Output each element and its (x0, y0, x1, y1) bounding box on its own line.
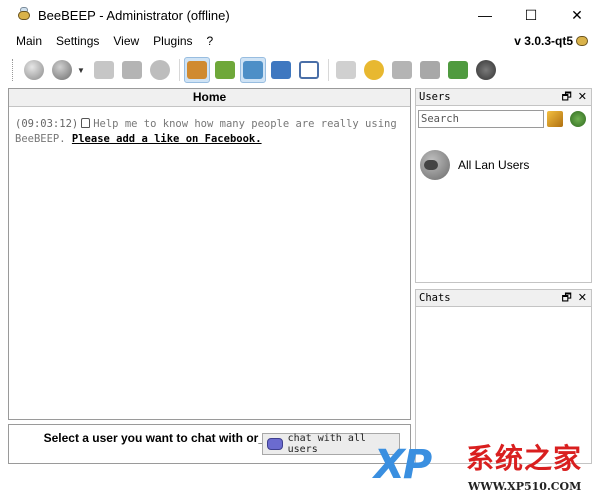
groups-icon (215, 61, 235, 79)
watermark-xp: XP (374, 442, 432, 488)
home-icon (336, 61, 356, 79)
menu-bar: Main Settings View Plugins ? (0, 30, 600, 52)
toolbar-separator (328, 59, 329, 81)
status-button[interactable] (49, 57, 75, 83)
close-button[interactable]: ✕ (554, 0, 600, 30)
bee-icon (576, 36, 588, 46)
file-icon (94, 61, 114, 79)
settings-icon[interactable] (570, 111, 586, 127)
menu-view[interactable]: View (106, 30, 146, 52)
menu-main[interactable]: Main (9, 30, 49, 52)
status-dropdown-icon[interactable]: ▼ (77, 66, 85, 75)
clear-search-icon[interactable] (547, 111, 563, 127)
log-button[interactable] (296, 57, 322, 83)
title-bar: BeeBEEP - Administrator (offline) — ☐ ✕ (0, 0, 600, 30)
webcam-button[interactable] (473, 57, 499, 83)
users-dock-label: Users (419, 91, 451, 103)
share-button[interactable] (119, 57, 145, 83)
users-dock-title: Users 🗗 ✕ (415, 88, 592, 106)
notes-icon (448, 61, 468, 79)
home-chat-panel: Home (09:03:12) Help me to know how many … (8, 88, 411, 420)
close-icon[interactable]: ✕ (578, 90, 587, 103)
notes-button[interactable] (445, 57, 471, 83)
version-label: v 3.0.3-qt5 (514, 30, 588, 52)
home-button[interactable] (333, 57, 359, 83)
watermark-logo: XP 系统之家 WWW.XP510.COM (372, 440, 600, 498)
float-icon[interactable]: 🗗 (561, 291, 571, 304)
lan-button[interactable] (240, 57, 266, 83)
lan-icon (243, 61, 263, 79)
users-list: All Lan Users (415, 106, 592, 283)
list-item[interactable]: All Lan Users (420, 150, 529, 180)
webcam-icon (476, 60, 496, 80)
menu-help[interactable]: ? (200, 30, 221, 52)
watermark-name: 系统之家 (466, 442, 583, 475)
transfer-icon (271, 61, 291, 79)
file-transfer-button[interactable] (268, 57, 294, 83)
power-icon (24, 60, 44, 80)
speech-icon (364, 60, 384, 80)
messages-button[interactable] (361, 57, 387, 83)
user-label: All Lan Users (458, 158, 530, 172)
network-icon (150, 60, 170, 80)
window-title: BeeBEEP - Administrator (offline) (38, 7, 230, 23)
camera-icon (392, 61, 412, 79)
share-icon (122, 61, 142, 79)
users-icon (187, 61, 207, 79)
send-file-button[interactable] (91, 57, 117, 83)
select-user-prompt: Select a user you want to chat with or_ (43, 431, 265, 445)
toolbar-grip[interactable] (12, 59, 15, 81)
message-timestamp: (09:03:12) (15, 118, 79, 130)
users-dock: Users 🗗 ✕ All Lan Users (415, 88, 592, 283)
download-icon (420, 61, 440, 79)
float-icon[interactable]: 🗗 (561, 90, 571, 103)
download-button[interactable] (417, 57, 443, 83)
chat-message-area[interactable]: (09:03:12) Help me to know how many peopl… (9, 107, 410, 157)
bee-app-icon (16, 7, 32, 23)
chats-dock: Chats 🗗 ✕ (415, 289, 592, 464)
home-tab-title: Home (9, 89, 410, 107)
search-input[interactable] (418, 110, 544, 128)
thumbs-up-icon (81, 118, 91, 128)
lan-users-icon (420, 150, 450, 180)
chats-dock-label: Chats (419, 292, 451, 304)
version-text: v 3.0.3-qt5 (514, 34, 573, 48)
connect-button[interactable] (21, 57, 47, 83)
maximize-button[interactable]: ☐ (508, 0, 554, 30)
group-chat-icon (267, 438, 283, 450)
minimize-button[interactable]: — (462, 0, 508, 30)
close-icon[interactable]: ✕ (578, 291, 587, 304)
status-icon (52, 60, 72, 80)
users-button[interactable] (184, 57, 210, 83)
menu-plugins[interactable]: Plugins (146, 30, 199, 52)
window-controls: — ☐ ✕ (462, 0, 600, 30)
watermark-url: WWW.XP510.COM (468, 480, 582, 493)
screenshot-button[interactable] (389, 57, 415, 83)
network-button[interactable] (147, 57, 173, 83)
toolbar-separator (179, 59, 180, 81)
select-user-panel: Select a user you want to chat with or_ … (8, 424, 411, 464)
groups-button[interactable] (212, 57, 238, 83)
facebook-like-link[interactable]: Please add a like on Facebook. (72, 133, 262, 145)
toolbar: ▼ (0, 54, 600, 86)
menu-settings[interactable]: Settings (49, 30, 106, 52)
chats-dock-title: Chats 🗗 ✕ (415, 289, 592, 307)
log-icon (299, 61, 319, 79)
